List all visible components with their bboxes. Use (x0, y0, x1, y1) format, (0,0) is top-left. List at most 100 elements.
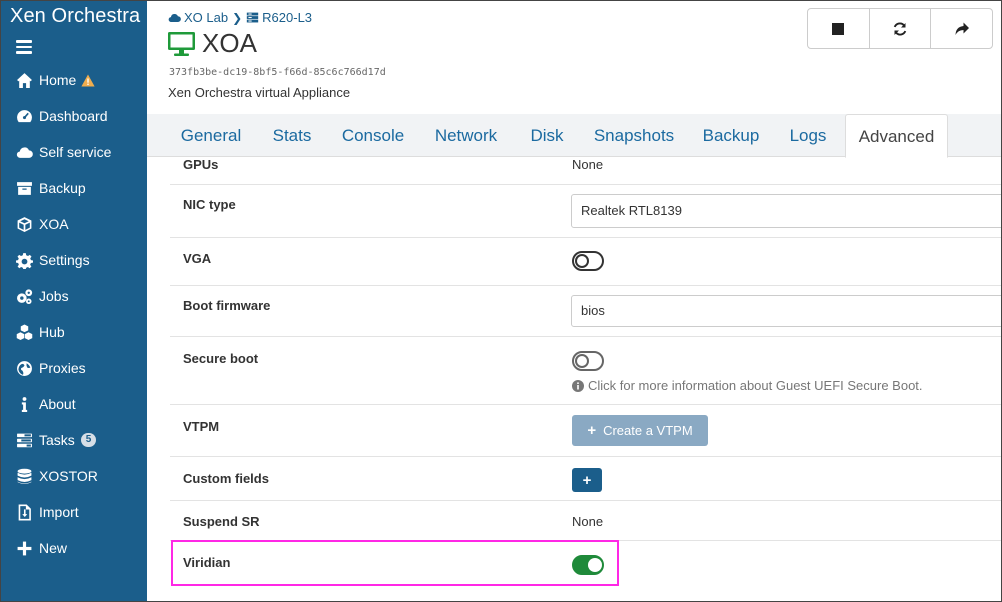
tab-backup[interactable]: Backup (697, 114, 765, 157)
sidebar-item-import[interactable]: Import (0, 494, 147, 530)
gears-icon (14, 287, 34, 305)
sidebar-item-xoa[interactable]: XOA (0, 206, 147, 242)
nic-type-select[interactable]: Realtek RTL8139 (571, 194, 1002, 228)
sidebar-item-settings[interactable]: Settings (0, 242, 147, 278)
vm-action-bar (807, 8, 993, 49)
setting-label: Custom fields (183, 471, 269, 486)
sidebar-item-label: Jobs (39, 288, 69, 304)
sidebar-item-new[interactable]: New (0, 530, 147, 566)
migrate-button[interactable] (931, 9, 992, 48)
share-arrow-icon (955, 22, 969, 35)
breadcrumb-host[interactable]: R620-L3 (246, 10, 312, 25)
setting-label: Boot firmware (183, 298, 271, 313)
stop-button[interactable] (808, 9, 870, 48)
tab-general[interactable]: General (169, 114, 253, 157)
file-import-icon (14, 503, 34, 521)
setting-row-vga: VGA (170, 238, 1002, 286)
dashboard-icon (14, 107, 34, 125)
gpus-value: None (572, 157, 604, 172)
restart-button[interactable] (870, 9, 932, 48)
sidebar-item-self-service[interactable]: Self service (0, 134, 147, 170)
breadcrumb-pool-label: XO Lab (184, 10, 229, 25)
setting-row-custom-fields: Custom fields + (170, 457, 1002, 501)
setting-label: NIC type (183, 197, 236, 212)
setting-label: Secure boot (183, 351, 259, 366)
sidebar-item-label: Dashboard (39, 108, 108, 124)
sidebar-item-label: Backup (39, 180, 86, 196)
sidebar: Xen Orchestra Home Dashboard Self servic… (0, 0, 147, 602)
sidebar-item-hub[interactable]: Hub (0, 314, 147, 350)
vga-toggle[interactable] (572, 251, 604, 271)
sidebar-item-xostor[interactable]: XOSTOR (0, 458, 147, 494)
vm-uuid: 373fb3be-dc19-8bf5-f66d-85c6c766d17d (169, 67, 386, 78)
setting-label: Viridian (183, 555, 231, 570)
setting-row-secure-boot: Secure boot Click for more information a… (170, 337, 1002, 405)
info-icon (14, 395, 34, 413)
setting-row-vtpm: VTPM + Create a VTPM (170, 405, 1002, 457)
cloud-icon (14, 143, 34, 161)
boot-firmware-select[interactable]: bios (571, 295, 1002, 327)
tasks-count-badge: 5 (80, 433, 97, 447)
secure-boot-info-link[interactable]: Click for more information about Guest U… (572, 378, 923, 393)
hamburger-menu-icon[interactable] (16, 40, 32, 54)
sidebar-nav: Home Dashboard Self service Backup XOA S… (0, 62, 147, 566)
sidebar-item-about[interactable]: About (0, 386, 147, 422)
create-vtpm-button[interactable]: + Create a VTPM (572, 415, 708, 446)
desktop-running-icon (168, 31, 195, 56)
sidebar-item-tasks[interactable]: Tasks 5 (0, 422, 147, 458)
setting-label: VGA (183, 251, 212, 266)
viridian-toggle[interactable] (572, 555, 604, 575)
chevron-right-icon: ❯ (232, 10, 243, 25)
cube-icon (14, 215, 34, 233)
sidebar-item-label: Home (39, 72, 77, 88)
sidebar-item-backup[interactable]: Backup (0, 170, 147, 206)
breadcrumb: XO Lab ❯ R620-L3 (168, 10, 312, 25)
plus-icon (14, 539, 34, 557)
brand-title[interactable]: Xen Orchestra (10, 5, 140, 28)
cubes-icon (14, 323, 34, 341)
sidebar-item-label: XOA (39, 216, 69, 232)
breadcrumb-host-label: R620-L3 (262, 10, 313, 25)
secure-boot-toggle[interactable] (572, 351, 604, 371)
tab-stats[interactable]: Stats (265, 114, 319, 157)
suspend-sr-value[interactable]: None (572, 514, 603, 529)
globe-icon (14, 359, 34, 377)
add-custom-field-button[interactable]: + (572, 468, 602, 492)
create-vtpm-label: Create a VTPM (603, 423, 693, 438)
tasks-icon (14, 431, 34, 449)
warning-icon (81, 74, 95, 86)
archive-icon (14, 179, 34, 197)
tab-disk[interactable]: Disk (521, 114, 573, 157)
sidebar-item-label: About (39, 396, 76, 412)
sidebar-item-label: Proxies (39, 360, 86, 376)
setting-label: GPUs (183, 157, 219, 172)
sidebar-item-jobs[interactable]: Jobs (0, 278, 147, 314)
sidebar-item-label: New (39, 540, 68, 556)
sidebar-item-label: Self service (39, 144, 112, 160)
sidebar-item-dashboard[interactable]: Dashboard (0, 98, 147, 134)
setting-row-boot-firmware: Boot firmware bios (170, 286, 1002, 337)
tab-snapshots[interactable]: Snapshots (587, 114, 681, 157)
setting-row-gpus: GPUs None (170, 157, 1002, 185)
tab-console[interactable]: Console (335, 114, 411, 157)
setting-row-nic-type: NIC type Realtek RTL8139 (170, 185, 1002, 238)
vm-name[interactable]: XOA (202, 28, 257, 59)
breadcrumb-pool[interactable]: XO Lab (168, 10, 228, 25)
vm-tabs: General Stats Console Network Disk Snaps… (147, 114, 1002, 158)
sidebar-item-label: Import (39, 504, 79, 520)
setting-row-suspend-sr: Suspend SR None (170, 501, 1002, 541)
setting-label: Suspend SR (183, 514, 260, 529)
tab-logs[interactable]: Logs (783, 114, 833, 157)
page-title: XOA (167, 28, 257, 59)
tab-advanced[interactable]: Advanced (845, 114, 948, 158)
sidebar-item-home[interactable]: Home (0, 62, 147, 98)
home-icon (14, 71, 34, 89)
info-circle-icon (572, 379, 584, 392)
setting-label: VTPM (183, 419, 220, 434)
database-icon (14, 467, 34, 485)
sidebar-item-label: Hub (39, 324, 65, 340)
sidebar-item-proxies[interactable]: Proxies (0, 350, 147, 386)
vm-description[interactable]: Xen Orchestra virtual Appliance (168, 85, 350, 100)
tab-network[interactable]: Network (427, 114, 505, 157)
secure-boot-info-text: Click for more information about Guest U… (588, 378, 923, 393)
